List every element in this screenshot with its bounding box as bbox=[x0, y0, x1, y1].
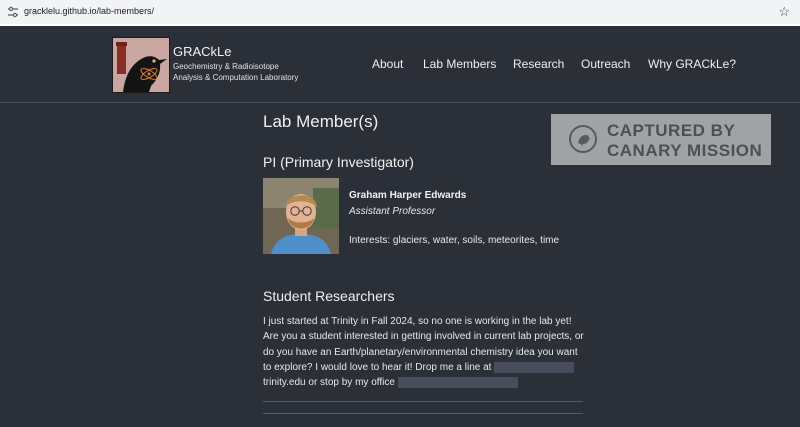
section-divider bbox=[263, 413, 583, 414]
pi-photo bbox=[263, 178, 339, 254]
canary-bird-icon bbox=[569, 125, 597, 153]
nav-research[interactable]: Research bbox=[513, 57, 564, 71]
paragraph-line: Are you a student interested in getting … bbox=[263, 331, 584, 343]
pi-role: Assistant Professor bbox=[349, 206, 436, 217]
nav-why-grackle[interactable]: Why GRACkLe? bbox=[648, 57, 736, 71]
watermark-line2: CANARY MISSION bbox=[607, 141, 763, 160]
pi-heading: PI (Primary Investigator) bbox=[263, 154, 414, 170]
captured-by-watermark: CAPTURED BY CANARY MISSION bbox=[551, 114, 771, 165]
student-researchers-heading: Student Researchers bbox=[263, 288, 395, 304]
paragraph-line-text: to explore? I would love to hear it! Dro… bbox=[263, 361, 492, 373]
watermark-line1: CAPTURED BY bbox=[607, 121, 736, 140]
redacted-email bbox=[494, 361, 575, 373]
site-subtitle-line2: Analysis & Computation Laboratory bbox=[173, 73, 299, 82]
nav-outreach[interactable]: Outreach bbox=[581, 57, 630, 71]
site-subtitle-line1: Geochemistry & Radioisotope bbox=[173, 62, 279, 71]
nav-lab-members[interactable]: Lab Members bbox=[423, 57, 496, 71]
student-researchers-paragraph: I just started at Trinity in Fall 2024, … bbox=[263, 314, 593, 390]
bookmark-star-icon[interactable]: ☆ bbox=[778, 4, 790, 20]
section-divider bbox=[263, 401, 583, 402]
page-title: Lab Member(s) bbox=[263, 112, 379, 131]
paragraph-line: do you have an Earth/planetary/environme… bbox=[263, 346, 578, 358]
browser-address-bar[interactable]: gracklelu.github.io/lab-members/ ☆ bbox=[0, 0, 800, 25]
site-settings-icon[interactable] bbox=[6, 5, 20, 19]
site-title[interactable]: GRACkLe bbox=[173, 44, 232, 59]
paragraph-line-with-email: to explore? I would love to hear it! Dro… bbox=[263, 360, 593, 375]
redacted-office bbox=[397, 377, 518, 389]
paragraph-line-text: trinity.edu or stop by my office bbox=[263, 377, 395, 389]
pi-name: Graham Harper Edwards bbox=[349, 190, 467, 201]
paragraph-line-with-office: trinity.edu or stop by my office bbox=[263, 375, 593, 390]
paragraph-line: I just started at Trinity in Fall 2024, … bbox=[263, 316, 572, 327]
header-divider bbox=[0, 102, 800, 103]
pi-interests: Interests: glaciers, water, soils, meteo… bbox=[349, 235, 560, 246]
grackle-logo[interactable] bbox=[112, 37, 170, 93]
nav-about[interactable]: About bbox=[372, 57, 403, 71]
url-text[interactable]: gracklelu.github.io/lab-members/ bbox=[24, 6, 154, 16]
